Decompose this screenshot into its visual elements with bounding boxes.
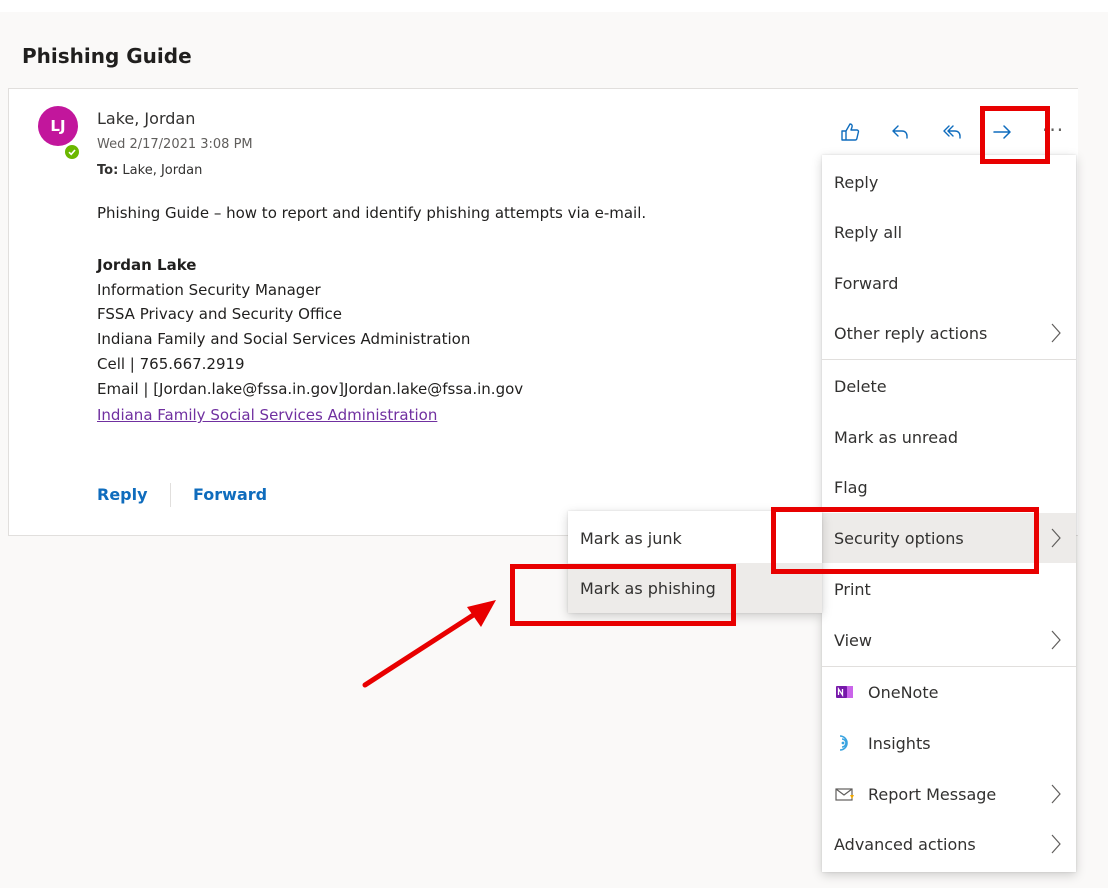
menu-item-label: Print	[834, 579, 871, 599]
forward-arrow-icon[interactable]	[988, 118, 1016, 146]
menu-item-label: Insights	[868, 733, 931, 753]
more-actions-menu: Reply Reply all Forward Other reply acti…	[822, 155, 1076, 872]
footer-divider	[170, 483, 171, 507]
signature-title: Information Security Manager	[97, 281, 321, 299]
menu-item-reply[interactable]: Reply	[822, 157, 1076, 207]
insights-icon	[834, 732, 856, 754]
sent-date: Wed 2/17/2021 3:08 PM	[97, 137, 253, 152]
menu-item-label: Reply all	[834, 222, 903, 242]
signature-email: Email | [Jordan.lake@fssa.in.gov]Jordan.…	[97, 380, 524, 398]
menu-item-mark-as-phishing[interactable]: Mark as phishing	[568, 563, 822, 613]
sender-name[interactable]: Lake, Jordan	[97, 109, 195, 128]
menu-item-label: Delete	[834, 376, 887, 396]
to-label: To:	[97, 163, 119, 178]
menu-item-reply-all[interactable]: Reply all	[822, 207, 1076, 257]
menu-item-label: Report Message	[868, 784, 997, 804]
menu-item-label: View	[834, 630, 872, 650]
menu-divider	[822, 359, 1076, 360]
menu-item-delete[interactable]: Delete	[822, 361, 1076, 411]
menu-item-flag[interactable]: Flag	[822, 462, 1076, 512]
menu-item-label: Forward	[834, 273, 899, 293]
menu-item-onenote[interactable]: OneNote	[822, 667, 1076, 717]
menu-item-label: Reply	[834, 172, 879, 192]
message-subject: Phishing Guide	[22, 44, 192, 68]
menu-item-other-reply-actions[interactable]: Other reply actions	[822, 308, 1076, 358]
chevron-right-icon	[1051, 784, 1061, 804]
menu-item-security-options[interactable]: Security options	[822, 513, 1076, 563]
more-actions-button[interactable]: ···	[1042, 118, 1064, 142]
security-options-submenu: Mark as junk Mark as phishing	[568, 511, 822, 613]
top-strip	[0, 0, 1108, 12]
signature-cell: Cell | 765.667.2919	[97, 355, 245, 373]
recipient-name[interactable]: Lake, Jordan	[122, 163, 202, 178]
chevron-right-icon	[1051, 323, 1061, 343]
reply-icon[interactable]	[886, 118, 914, 146]
menu-item-label: Other reply actions	[834, 323, 988, 343]
menu-item-mark-as-unread[interactable]: Mark as unread	[822, 412, 1076, 462]
onenote-icon	[834, 681, 856, 703]
menu-item-print[interactable]: Print	[822, 564, 1076, 614]
footer-reply-button[interactable]: Reply	[97, 485, 148, 504]
footer-forward-button[interactable]: Forward	[193, 485, 267, 504]
menu-item-advanced-actions[interactable]: Advanced actions	[822, 819, 1076, 869]
chevron-right-icon	[1051, 834, 1061, 854]
presence-available-icon	[63, 143, 81, 161]
recipient-line: To: Lake, Jordan	[97, 163, 202, 178]
thumbs-up-icon[interactable]	[836, 118, 864, 146]
signature-agency: Indiana Family and Social Services Admin…	[97, 330, 471, 348]
menu-item-label: Security options	[834, 528, 964, 548]
chevron-right-icon	[1051, 630, 1061, 650]
chevron-right-icon	[1051, 528, 1061, 548]
menu-item-report-message[interactable]: Report Message	[822, 769, 1076, 819]
menu-item-forward[interactable]: Forward	[822, 258, 1076, 308]
menu-item-label: Flag	[834, 477, 868, 497]
menu-item-label: Mark as phishing	[580, 578, 716, 598]
menu-item-label: Mark as junk	[580, 528, 682, 548]
signature-link[interactable]: Indiana Family Social Services Administr…	[97, 406, 437, 424]
menu-item-insights[interactable]: Insights	[822, 718, 1076, 768]
report-message-icon	[834, 783, 856, 805]
menu-item-mark-as-junk[interactable]: Mark as junk	[568, 513, 822, 563]
signature-name: Jordan Lake	[97, 256, 197, 274]
avatar-initials: LJ	[50, 117, 66, 135]
signature-office: FSSA Privacy and Security Office	[97, 305, 342, 323]
message-intro: Phishing Guide – how to report and ident…	[97, 204, 647, 222]
menu-item-label: Advanced actions	[834, 834, 976, 854]
avatar[interactable]: LJ	[38, 106, 78, 146]
menu-item-label: OneNote	[868, 682, 939, 702]
menu-item-label: Mark as unread	[834, 427, 959, 447]
reply-all-icon[interactable]	[938, 118, 966, 146]
menu-item-view[interactable]: View	[822, 615, 1076, 665]
annotation-arrow-icon	[362, 600, 496, 688]
